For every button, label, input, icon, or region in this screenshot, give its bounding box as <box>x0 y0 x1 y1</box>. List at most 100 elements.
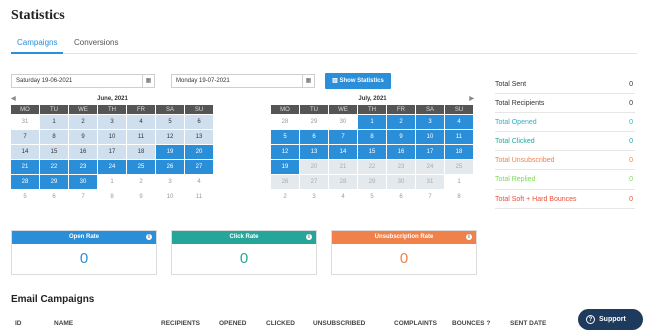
prev-month-icon[interactable]: ◀ <box>11 94 16 105</box>
calendar-day[interactable]: 22 <box>40 160 69 175</box>
calendar-day[interactable]: 2 <box>127 175 156 190</box>
calendar-day[interactable]: 13 <box>185 130 214 145</box>
start-date-input[interactable]: Saturday 19-06-2021 ▦ <box>11 74 155 88</box>
calendar-day[interactable]: 5 <box>271 130 300 145</box>
column-header-sent-date[interactable]: SENT DATE <box>510 320 546 327</box>
calendar-day[interactable]: 8 <box>40 130 69 145</box>
column-header-opened[interactable]: OPENED <box>219 320 246 327</box>
calendar-day[interactable]: 18 <box>127 145 156 160</box>
next-month-icon[interactable]: ▶ <box>469 94 474 105</box>
calendar-icon[interactable]: ▦ <box>142 75 154 87</box>
calendar-day[interactable]: 1 <box>40 115 69 130</box>
calendar-day[interactable]: 6 <box>387 190 416 205</box>
calendar-day[interactable]: 4 <box>127 115 156 130</box>
calendar-day[interactable]: 27 <box>185 160 214 175</box>
calendar-day[interactable]: 29 <box>300 115 329 130</box>
calendar-day[interactable]: 3 <box>416 115 445 130</box>
calendar-day[interactable]: 6 <box>40 190 69 205</box>
card-title: Click Rate <box>229 234 259 240</box>
calendar-day[interactable]: 7 <box>69 190 98 205</box>
column-header-unsubscribed[interactable]: UNSUBSCRIBED <box>313 320 365 327</box>
calendar-day[interactable]: 11 <box>185 190 214 205</box>
info-icon[interactable]: i <box>306 234 312 240</box>
calendar-day[interactable]: 12 <box>156 130 185 145</box>
calendar-day[interactable]: 28 <box>271 115 300 130</box>
calendar-day[interactable]: 19 <box>156 145 185 160</box>
calendar-day[interactable]: 21 <box>11 160 40 175</box>
info-icon[interactable]: i <box>146 234 152 240</box>
calendar-day[interactable]: 14 <box>329 145 358 160</box>
weekday-header: FR <box>387 105 416 115</box>
calendar-day[interactable]: 1 <box>358 115 387 130</box>
weekday-header: SU <box>445 105 474 115</box>
calendar-day[interactable]: 3 <box>300 190 329 205</box>
stat-label: Total Opened <box>495 119 537 127</box>
calendar-day[interactable]: 6 <box>185 115 214 130</box>
column-header-recipients[interactable]: RECIPIENTS <box>161 320 200 327</box>
calendar-day[interactable]: 1 <box>98 175 127 190</box>
calendar-day[interactable]: 5 <box>11 190 40 205</box>
calendar-day[interactable]: 3 <box>156 175 185 190</box>
column-header-complaints[interactable]: COMPLAINTS <box>394 320 437 327</box>
support-button[interactable]: ? Support <box>578 309 643 330</box>
calendar-day[interactable]: 11 <box>445 130 474 145</box>
calendar-day[interactable]: 6 <box>300 130 329 145</box>
calendar-day[interactable]: 2 <box>271 190 300 205</box>
calendar-day[interactable]: 24 <box>98 160 127 175</box>
calendar-day[interactable]: 17 <box>98 145 127 160</box>
calendar-day[interactable]: 2 <box>387 115 416 130</box>
tab-campaigns[interactable]: Campaigns <box>11 38 64 54</box>
calendar-day[interactable]: 31 <box>11 115 40 130</box>
calendar-day[interactable]: 7 <box>416 190 445 205</box>
calendar-day[interactable]: 7 <box>329 130 358 145</box>
calendar-day[interactable]: 10 <box>156 190 185 205</box>
calendar-day[interactable]: 19 <box>271 160 300 175</box>
stat-row: Total Unsubscribed 0 <box>495 151 635 171</box>
calendar-day[interactable]: 30 <box>329 115 358 130</box>
calendar-day[interactable]: 1 <box>445 175 474 190</box>
calendar-day[interactable]: 4 <box>185 175 214 190</box>
calendar-day[interactable]: 11 <box>127 130 156 145</box>
calendar-day[interactable]: 13 <box>300 145 329 160</box>
calendar-day[interactable]: 16 <box>387 145 416 160</box>
calendar-day[interactable]: 25 <box>127 160 156 175</box>
calendar-day[interactable]: 9 <box>69 130 98 145</box>
calendar-icon[interactable]: ▦ <box>302 75 314 87</box>
calendar-day[interactable]: 8 <box>358 130 387 145</box>
calendar-day[interactable]: 2 <box>69 115 98 130</box>
calendar-day[interactable]: 10 <box>416 130 445 145</box>
column-header-clicked[interactable]: CLICKED <box>266 320 295 327</box>
calendar-day[interactable]: 15 <box>358 145 387 160</box>
calendar-day[interactable]: 17 <box>416 145 445 160</box>
calendar-day[interactable]: 4 <box>329 190 358 205</box>
calendar-day[interactable]: 20 <box>185 145 214 160</box>
calendar-day[interactable]: 9 <box>127 190 156 205</box>
calendar-day[interactable]: 14 <box>11 145 40 160</box>
calendar-day[interactable]: 16 <box>69 145 98 160</box>
column-header-id[interactable]: ID <box>15 320 22 327</box>
show-statistics-button[interactable]: ▥ Show Statistics <box>325 73 391 89</box>
calendar-day[interactable]: 8 <box>445 190 474 205</box>
calendar-day[interactable]: 23 <box>69 160 98 175</box>
calendar-day[interactable]: 30 <box>69 175 98 190</box>
calendar-day[interactable]: 9 <box>387 130 416 145</box>
calendar-day[interactable]: 4 <box>445 115 474 130</box>
calendar-day[interactable]: 3 <box>98 115 127 130</box>
question-circle-icon[interactable]: ? <box>486 320 490 327</box>
calendar-day[interactable]: 8 <box>98 190 127 205</box>
calendar-day[interactable]: 5 <box>358 190 387 205</box>
calendar-day[interactable]: 28 <box>11 175 40 190</box>
column-header-name[interactable]: NAME <box>54 320 73 327</box>
calendar-day[interactable]: 5 <box>156 115 185 130</box>
column-header-bounces[interactable]: BOUNCES ? <box>452 320 490 327</box>
end-date-input[interactable]: Monday 19-07-2021 ▦ <box>171 74 315 88</box>
calendar-day[interactable]: 18 <box>445 145 474 160</box>
calendar-day[interactable]: 15 <box>40 145 69 160</box>
calendar-day[interactable]: 12 <box>271 145 300 160</box>
calendar-day[interactable]: 7 <box>11 130 40 145</box>
calendar-day[interactable]: 26 <box>156 160 185 175</box>
calendar-day[interactable]: 10 <box>98 130 127 145</box>
calendar-day[interactable]: 29 <box>40 175 69 190</box>
info-icon[interactable]: i <box>466 234 472 240</box>
tab-conversions[interactable]: Conversions <box>68 38 124 54</box>
